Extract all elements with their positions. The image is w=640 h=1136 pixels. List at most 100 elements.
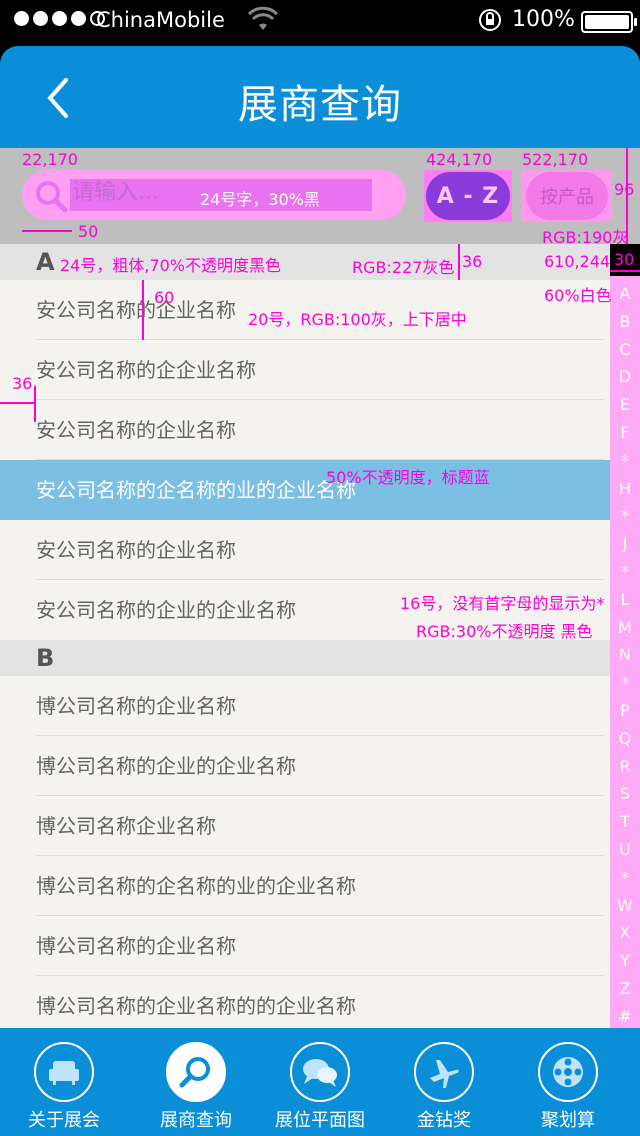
index-letter[interactable]: * [610, 673, 640, 692]
index-letter[interactable]: Y [610, 951, 640, 970]
tab-label: 聚划算 [541, 1110, 595, 1131]
list-item-label: 安公司名称的企业的企业名称 [36, 598, 296, 622]
tab-exhibitor-search[interactable]: 展商查询 [132, 1028, 260, 1136]
index-letter[interactable]: B [610, 312, 640, 331]
list-item-label: 安公司名称的企名称的业的企业名称 [36, 478, 356, 502]
list-item[interactable]: 安公司名称的企企业名称 [0, 340, 610, 400]
rotation-lock-icon [478, 8, 502, 37]
tab-group-deals[interactable]: 聚划算 [504, 1028, 632, 1136]
annotation-index-pos: 610,244 [544, 252, 611, 271]
list-item-label: 博公司名称的企业名称 [36, 694, 236, 718]
list-item-label: 安公司名称的企业名称 [36, 538, 236, 562]
annotation-icon-width: 50 [78, 222, 99, 241]
annotation-row-font: 20号，RGB:100灰，上下居中 [248, 310, 467, 329]
index-letter[interactable]: R [610, 757, 640, 776]
list-item[interactable]: 博公司名称的企业的企业名称 [0, 736, 610, 796]
annotation-prod-pos: 522,170 [522, 150, 589, 169]
list-item-label: 安公司名称的企企业名称 [36, 358, 256, 382]
airplane-icon [414, 1042, 474, 1102]
index-letter[interactable]: * [610, 506, 640, 525]
tab-label: 展位平面图 [275, 1110, 365, 1131]
list-item[interactable]: 博公司名称的企名称的业的企业名称 [0, 856, 610, 916]
index-letter[interactable]: S [610, 784, 640, 803]
tab-diamond-award[interactable]: 金钻奖 [380, 1028, 508, 1136]
annotation-active-row: 50%不透明度，标题蓝 [326, 468, 490, 487]
search-icon [34, 179, 68, 217]
annotation-index-width: 30 [614, 250, 635, 269]
sort-az-area: A - Z [424, 170, 512, 222]
wifi-icon [247, 6, 279, 37]
annotation-bar-color: RGB:190灰 [542, 228, 629, 247]
list-item-label: 安公司名称的企业名称 [36, 418, 236, 442]
annotation-row-height-line [142, 280, 144, 340]
index-letter[interactable]: U [610, 840, 640, 859]
film-reel-icon [538, 1042, 598, 1102]
tab-label: 展商查询 [160, 1110, 232, 1131]
list-item[interactable]: 安公司名称的企业名称 [0, 520, 610, 580]
index-letter[interactable]: L [610, 590, 640, 609]
index-letter[interactable]: X [610, 923, 640, 942]
annotation-index-width-line [610, 270, 640, 272]
annotation-az-pos: 424,170 [426, 150, 493, 169]
section-header-b: B [0, 640, 610, 676]
annotation-icon-width-line [22, 230, 72, 232]
index-letter[interactable]: C [610, 340, 640, 359]
annotation-section-height-line [458, 244, 460, 280]
carrier-name: ChinaMobile [96, 8, 225, 32]
list-item-label: 博公司名称企业名称 [36, 814, 216, 838]
list-item-label: 博公司名称的企业的企业名称 [36, 754, 296, 778]
signal-strength-icon [14, 11, 105, 26]
battery-icon [581, 11, 637, 33]
index-letter[interactable]: N [610, 645, 640, 664]
annotation-bar-height: 96 [614, 180, 635, 199]
index-letter[interactable]: T [610, 812, 640, 831]
list-item-label: 博公司名称的企名称的业的企业名称 [36, 874, 356, 898]
annotation-row-indent-line [0, 402, 36, 404]
index-letter[interactable]: J [610, 534, 640, 553]
index-letter[interactable]: P [610, 701, 640, 720]
index-letter[interactable]: Z [610, 979, 640, 998]
index-letter[interactable]: * [610, 868, 640, 887]
index-letter[interactable]: E [610, 395, 640, 414]
annotation-row-indent-tick [34, 386, 36, 422]
annotation-index-color: 60%白色 [544, 286, 612, 305]
tab-about-expo[interactable]: 关于展会 [0, 1028, 128, 1136]
list-item-active[interactable]: 安公司名称的企名称的业的企业名称 [0, 460, 610, 520]
index-letter[interactable]: A [610, 284, 640, 303]
navigation-bar: 展商查询 [0, 46, 640, 148]
index-letter[interactable]: W [610, 896, 640, 915]
index-letter[interactable]: H [610, 479, 640, 498]
annotation-index-font: 16号，没有首字母的显示为* [400, 594, 605, 613]
index-letter[interactable]: D [610, 367, 640, 386]
list-item[interactable]: 博公司名称的企业名称 [0, 676, 610, 736]
battery-percentage: 100% [512, 7, 575, 32]
page-title: 展商查询 [238, 82, 402, 128]
chat-bubbles-icon [290, 1042, 350, 1102]
list-item[interactable]: 博公司名称企业名称 [0, 796, 610, 856]
index-letter[interactable]: * [610, 562, 640, 581]
sort-az-button[interactable]: A - Z [426, 172, 510, 220]
list-item[interactable]: 安公司名称的企业名称 [0, 400, 610, 460]
search-input[interactable] [72, 180, 182, 205]
list-item-label: 博公司名称的企业名称 [36, 934, 236, 958]
list-item[interactable]: 博公司名称的企业名称 [0, 916, 610, 976]
index-letter[interactable]: # [610, 1007, 640, 1026]
tab-label: 关于展会 [28, 1110, 100, 1131]
search-icon [166, 1042, 226, 1102]
alphabet-index-bar[interactable]: A B C D E F * H * J * L M N * P Q R S T U * W X Y Z # [610, 276, 640, 1028]
sofa-icon [34, 1042, 94, 1102]
index-letter[interactable]: M [610, 618, 640, 637]
sort-product-button[interactable]: 按产品 [526, 172, 608, 220]
index-letter[interactable]: F [610, 423, 640, 442]
list-item-label: 博公司名称的企业名称的的企业名称 [36, 994, 356, 1018]
annotation-index-text-color: RGB:30%不透明度 黑色 [416, 622, 593, 641]
list-item-label: 安公司名称的企业名称 [36, 298, 236, 322]
annotation-row-indent: 36 [12, 374, 33, 393]
index-letter[interactable]: Q [610, 729, 640, 748]
search-box[interactable]: 24号字，30%黑 [22, 170, 406, 220]
tab-label: 金钻奖 [417, 1110, 471, 1131]
tab-floor-plan[interactable]: 展位平面图 [256, 1028, 384, 1136]
list-item[interactable]: 博公司名称的企业名称的的企业名称 [0, 976, 610, 1028]
index-letter[interactable]: * [610, 451, 640, 470]
annotation-search-pos: 22,170 [22, 150, 78, 169]
